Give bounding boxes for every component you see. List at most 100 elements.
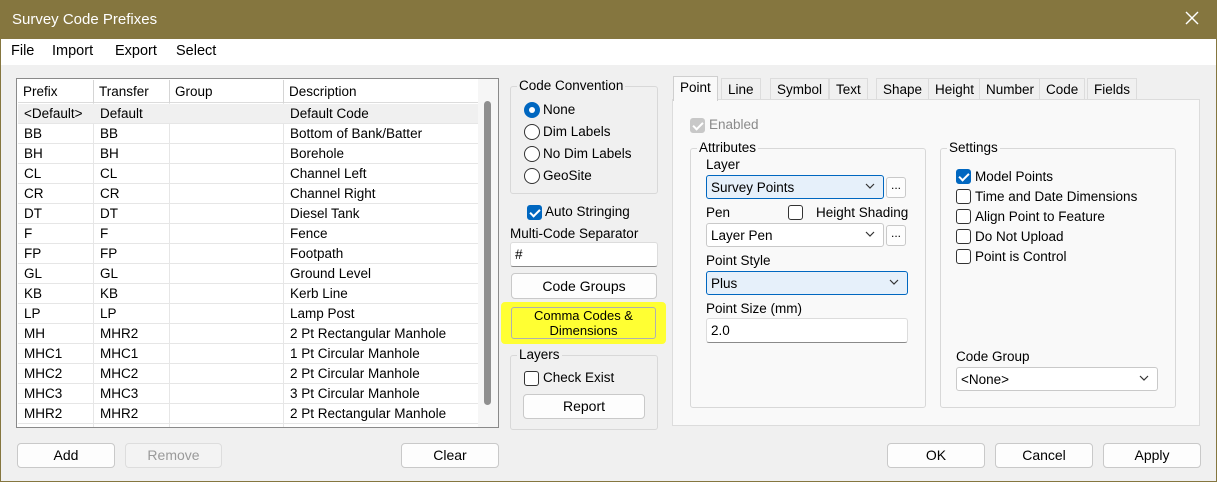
- comma-codes-dimensions-button[interactable]: Comma Codes & Dimensions: [501, 302, 666, 344]
- tab-shape[interactable]: Shape: [876, 78, 930, 100]
- cell-prefix: LP: [24, 306, 41, 321]
- cancel-button[interactable]: Cancel: [995, 443, 1093, 468]
- column-header-group[interactable]: Group: [170, 80, 284, 103]
- menu-file[interactable]: File: [11, 43, 34, 59]
- check-exist-label[interactable]: Check Exist: [543, 370, 614, 385]
- point-style-select-value: Plus: [711, 276, 738, 291]
- do-not-upload-checkbox[interactable]: [956, 229, 971, 244]
- scrollbar-thumb[interactable]: [484, 101, 491, 405]
- cell-transfer: F: [100, 226, 109, 241]
- cell-prefix: CR: [24, 186, 44, 201]
- clear-button[interactable]: Clear: [401, 443, 499, 468]
- tab-line[interactable]: Line: [721, 78, 761, 100]
- point-is-control-label[interactable]: Point is Control: [975, 249, 1067, 264]
- align-point-feature-label[interactable]: Align Point to Feature: [975, 209, 1105, 224]
- radio-none-label[interactable]: None: [543, 102, 575, 117]
- tab-point[interactable]: Point: [673, 76, 718, 101]
- close-icon[interactable]: [1183, 9, 1201, 27]
- pen-browse-button[interactable]: ...: [886, 225, 906, 246]
- cell-transfer: MHR2: [100, 406, 139, 421]
- report-button[interactable]: Report: [523, 394, 645, 419]
- tab-fields[interactable]: Fields: [1087, 78, 1138, 100]
- cell-prefix: CL: [24, 166, 42, 181]
- height-shading-checkbox[interactable]: [788, 205, 803, 220]
- radio-dim-labels-label[interactable]: Dim Labels: [543, 124, 611, 139]
- time-date-dimensions-checkbox[interactable]: [956, 189, 971, 204]
- table-row[interactable]: CR CR Channel Right: [18, 184, 478, 204]
- table-row[interactable]: BB BB Bottom of Bank/Batter: [18, 124, 478, 144]
- radio-no-dim-labels-label[interactable]: No Dim Labels: [543, 146, 632, 161]
- table-row[interactable]: F F Fence: [18, 224, 478, 244]
- layers-label: Layers: [517, 347, 562, 362]
- table-row[interactable]: <Default> Default Default Code: [18, 104, 478, 124]
- point-size-label: Point Size (mm): [706, 301, 803, 316]
- pen-select[interactable]: Layer Pen: [706, 223, 884, 247]
- table-row[interactable]: KB KB Kerb Line: [18, 284, 478, 304]
- cell-description: 1 Pt Circular Manhole: [290, 346, 420, 361]
- comma-codes-button-face: Comma Codes & Dimensions: [511, 307, 656, 339]
- prefix-table[interactable]: Prefix Transfer Group Description <Defau…: [16, 78, 499, 428]
- table-row[interactable]: MHR2 MHR2 2 Pt Rectangular Manhole: [18, 404, 478, 424]
- menu-bar: File Import Export Select: [0, 39, 1217, 65]
- table-row[interactable]: MHR3 MHR3 3 Pt Rectangular Manhole: [18, 424, 478, 427]
- radio-none[interactable]: [524, 102, 540, 118]
- layer-select[interactable]: Survey Points: [706, 175, 884, 199]
- table-row[interactable]: LP LP Lamp Post: [18, 304, 478, 324]
- cell-prefix: F: [24, 226, 33, 241]
- table-row[interactable]: CL CL Channel Left: [18, 164, 478, 184]
- add-button[interactable]: Add: [17, 443, 115, 468]
- cell-transfer: Default: [100, 106, 143, 121]
- check-exist-checkbox[interactable]: [524, 371, 539, 386]
- table-row[interactable]: BH BH Borehole: [18, 144, 478, 164]
- code-group-select[interactable]: <None>: [956, 367, 1158, 391]
- cell-description: Default Code: [290, 106, 369, 121]
- column-header-prefix[interactable]: Prefix: [18, 80, 94, 103]
- tab-text[interactable]: Text: [829, 78, 868, 100]
- cell-transfer: KB: [100, 286, 119, 301]
- table-row[interactable]: GL GL Ground Level: [18, 264, 478, 284]
- tab-symbol[interactable]: Symbol: [770, 78, 830, 100]
- table-row[interactable]: FP FP Footpath: [18, 244, 478, 264]
- tab-number[interactable]: Number: [979, 78, 1042, 100]
- table-row[interactable]: MHC1 MHC1 1 Pt Circular Manhole: [18, 344, 478, 364]
- radio-geosite[interactable]: [524, 168, 540, 184]
- menu-export[interactable]: Export: [115, 43, 157, 59]
- table-row[interactable]: MHC3 MHC3 3 Pt Circular Manhole: [18, 384, 478, 404]
- model-points-label[interactable]: Model Points: [975, 169, 1053, 184]
- column-header-transfer[interactable]: Transfer: [94, 80, 170, 103]
- height-shading-label[interactable]: Height Shading: [816, 205, 908, 220]
- column-header-description[interactable]: Description: [284, 80, 478, 103]
- code-groups-button[interactable]: Code Groups: [511, 273, 657, 299]
- tab-height[interactable]: Height: [928, 78, 982, 100]
- align-point-feature-checkbox[interactable]: [956, 209, 971, 224]
- point-style-label: Point Style: [706, 253, 771, 268]
- cell-description: Bottom of Bank/Batter: [290, 126, 423, 141]
- comma-codes-label-line1: Comma Codes &: [534, 308, 633, 323]
- point-is-control-checkbox[interactable]: [956, 249, 971, 264]
- table-scrollbar[interactable]: [478, 79, 498, 427]
- apply-button[interactable]: Apply: [1103, 443, 1201, 468]
- table-row[interactable]: MH MHR2 2 Pt Rectangular Manhole: [18, 324, 478, 344]
- cell-transfer: BB: [100, 126, 119, 141]
- model-points-checkbox[interactable]: [956, 169, 971, 184]
- menu-select[interactable]: Select: [176, 43, 216, 59]
- time-date-dimensions-label[interactable]: Time and Date Dimensions: [975, 189, 1137, 204]
- layer-browse-button[interactable]: ...: [886, 177, 906, 198]
- remove-button[interactable]: Remove: [125, 443, 222, 468]
- radio-no-dim-labels[interactable]: [524, 146, 540, 162]
- auto-stringing-label[interactable]: Auto Stringing: [545, 204, 630, 219]
- radio-dim-labels[interactable]: [524, 124, 540, 140]
- menu-import[interactable]: Import: [52, 43, 93, 59]
- cell-description: 2 Pt Circular Manhole: [290, 366, 420, 381]
- point-size-input[interactable]: 2.0: [706, 318, 908, 343]
- ok-button[interactable]: OK: [887, 443, 985, 468]
- auto-stringing-checkbox[interactable]: [527, 205, 542, 220]
- cell-description: 3 Pt Rectangular Manhole: [290, 426, 446, 427]
- point-style-select[interactable]: Plus: [706, 271, 908, 295]
- multi-code-separator-input[interactable]: #: [510, 242, 658, 267]
- table-row[interactable]: MHC2 MHC2 2 Pt Circular Manhole: [18, 364, 478, 384]
- tab-code[interactable]: Code: [1039, 78, 1086, 100]
- do-not-upload-label[interactable]: Do Not Upload: [975, 229, 1064, 244]
- table-row[interactable]: DT DT Diesel Tank: [18, 204, 478, 224]
- radio-geosite-label[interactable]: GeoSite: [543, 168, 592, 183]
